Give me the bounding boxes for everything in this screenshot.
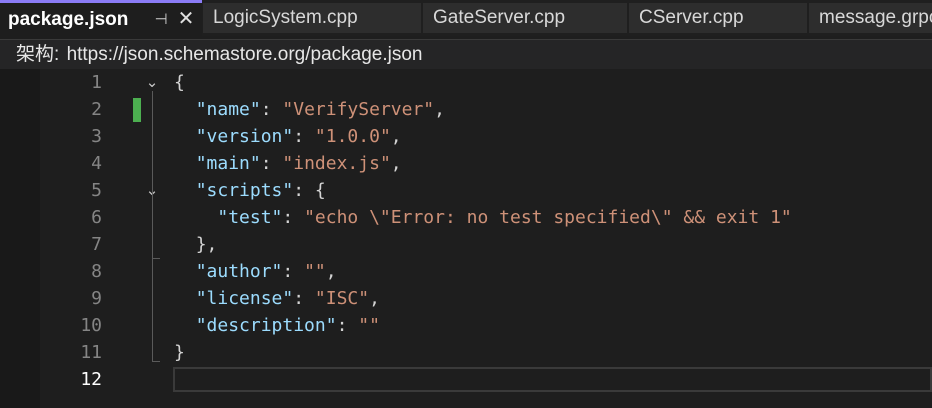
code-line[interactable]: "test": "echo \"Error: no test specified… <box>174 204 792 231</box>
tab-package-json[interactable]: package.json <box>0 0 202 36</box>
line-number: 3 <box>91 126 102 147</box>
json-separator: : <box>293 288 315 309</box>
tab-logicsystem-cpp[interactable]: LogicSystem.cpp <box>203 3 421 33</box>
json-separator: : <box>336 315 359 336</box>
json-string-value: "index.js" <box>282 153 391 174</box>
code-line[interactable]: "scripts": { <box>174 177 326 204</box>
json-separator: : <box>260 153 283 174</box>
json-key: "author" <box>195 261 283 282</box>
json-string-value: "ISC" <box>314 288 370 309</box>
tab-label: package.json <box>8 9 129 30</box>
tab-label: CServer.cpp <box>639 7 744 28</box>
line-number: 10 <box>80 315 102 336</box>
json-string-value: "echo \"Error: no test specified\" && ex… <box>304 207 792 228</box>
line-number: 8 <box>91 261 102 282</box>
json-separator: : <box>293 126 315 147</box>
code-line[interactable]: } <box>174 339 185 366</box>
json-punctuation: , <box>390 126 402 147</box>
close-icon[interactable]: ✕ <box>176 3 196 36</box>
code-line[interactable]: "license": "ISC", <box>174 285 380 312</box>
json-key: "license" <box>195 288 294 309</box>
json-punctuation: , <box>369 288 380 309</box>
json-string-value: "VerifyServer" <box>282 99 435 120</box>
code-line[interactable]: "description": "" <box>174 312 380 339</box>
line-number: 9 <box>91 288 102 309</box>
change-indicator <box>133 98 141 122</box>
line-number: 7 <box>91 234 102 255</box>
json-string-value: "1.0.0" <box>314 126 391 147</box>
code-editor[interactable]: 123456789101112 ⌄ ⌄ { "name": "VerifySer… <box>0 69 932 408</box>
line-number: 6 <box>91 207 102 228</box>
current-line-highlight <box>173 367 932 392</box>
json-key: "scripts" <box>195 180 294 201</box>
schema-label: 架构: <box>16 44 60 65</box>
schema-url[interactable]: https://json.schemastore.org/package.jso… <box>67 44 423 65</box>
indent-guide <box>152 258 160 259</box>
json-separator: : <box>293 180 315 201</box>
line-number: 4 <box>91 153 102 174</box>
json-separator: : <box>282 207 305 228</box>
json-key: "test" <box>217 207 283 228</box>
line-number: 5 <box>91 180 102 201</box>
json-key: "name" <box>195 99 261 120</box>
code-line[interactable]: "main": "index.js", <box>174 150 402 177</box>
json-string-value: "" <box>304 261 326 282</box>
code-line[interactable]: }, <box>174 231 218 258</box>
code-line[interactable]: "version": "1.0.0", <box>174 123 402 150</box>
editor-margin <box>0 69 40 408</box>
line-number: 11 <box>80 342 102 363</box>
json-separator: : <box>260 99 283 120</box>
json-punctuation: , <box>325 261 337 282</box>
schema-bar: 架构: https://json.schemastore.org/package… <box>0 39 932 69</box>
indent-guide <box>152 199 153 258</box>
pin-icon[interactable]: ⊣ <box>152 3 170 36</box>
tab-message-grpc[interactable]: message.grpc <box>809 3 932 33</box>
line-number: 1 <box>91 72 102 93</box>
tab-bar: package.json ⊣ ✕ LogicSystem.cpp GateSer… <box>0 0 932 36</box>
json-key: "main" <box>195 153 261 174</box>
line-number: 2 <box>91 99 102 120</box>
json-string-value: "" <box>358 315 380 336</box>
code-line[interactable]: "author": "", <box>174 258 337 285</box>
json-punctuation: , <box>434 99 445 120</box>
line-number: 12 <box>80 369 102 390</box>
json-key: "description" <box>195 315 337 336</box>
tab-label: GateServer.cpp <box>433 7 566 28</box>
tab-gateserver-cpp[interactable]: GateServer.cpp <box>423 3 627 33</box>
indent-guide <box>152 361 160 362</box>
json-separator: : <box>282 261 305 282</box>
code-line[interactable]: "name": "VerifyServer", <box>174 96 445 123</box>
tab-cserver-cpp[interactable]: CServer.cpp <box>629 3 807 33</box>
json-punctuation: { <box>174 72 185 93</box>
json-key: "version" <box>195 126 294 147</box>
code-line[interactable]: { <box>174 69 185 96</box>
json-punctuation: }, <box>195 234 218 255</box>
json-punctuation: { <box>314 180 326 201</box>
tab-label: LogicSystem.cpp <box>213 7 358 28</box>
json-punctuation: } <box>174 342 185 363</box>
json-punctuation: , <box>390 153 402 174</box>
tab-label: message.grpc <box>819 7 932 28</box>
